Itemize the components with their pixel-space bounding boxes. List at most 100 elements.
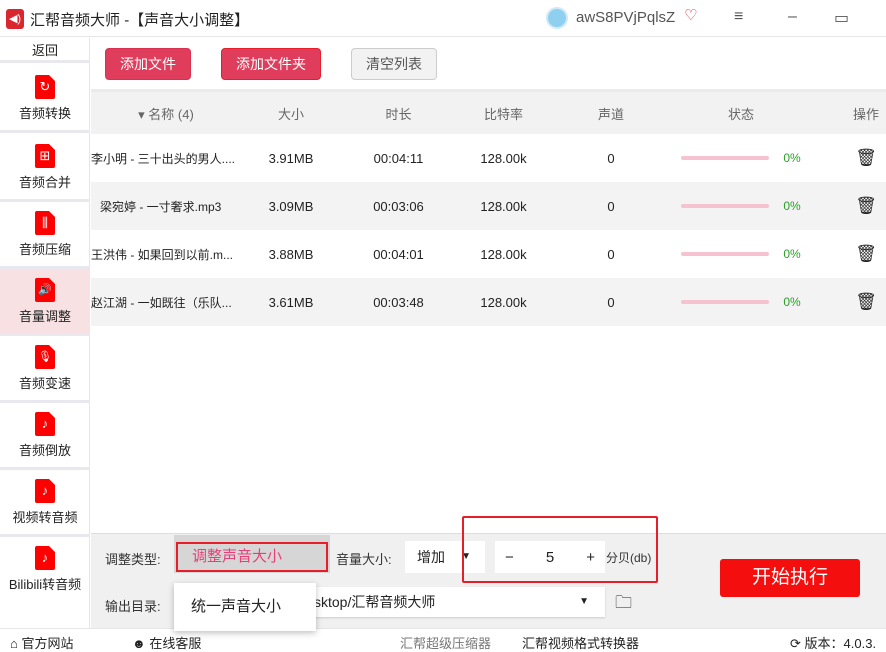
progress-bar: [681, 204, 770, 208]
header-duration: 时长: [385, 106, 412, 122]
sidebar-item-video-to-audio[interactable]: ♪ 视频转音频: [0, 470, 90, 537]
file-duration: 00:03:06: [373, 198, 424, 214]
sidebar-item-label: 音频压缩: [18, 242, 71, 257]
file-channels: 0: [607, 150, 615, 166]
music-note-icon: ♪: [35, 546, 55, 570]
title-bar: ◀) 汇帮音频大师 -【声音大小调整】 awS8PVjPqlsZ ♡ ≡ – ▭: [0, 0, 886, 37]
file-bitrate: 128.00k: [480, 150, 527, 166]
volume-label: 音量大小:: [336, 552, 392, 567]
folder-icon[interactable]: 🗀: [615, 590, 632, 619]
sidebar-item-volume-adjust[interactable]: 🔊 音量调整: [0, 269, 90, 336]
sidebar-item-audio-convert[interactable]: ↻ 音频转换: [0, 66, 90, 133]
output-dir-value: sktop/汇帮音频大师: [314, 594, 436, 610]
type-option-unify[interactable]: 统一声音大小: [174, 583, 316, 631]
file-duration: 00:03:48: [373, 294, 424, 310]
progress-bar: [681, 252, 770, 256]
file-size: 3.91MB: [268, 150, 314, 166]
support-link[interactable]: ☻ 在线客服: [132, 633, 201, 652]
progress-text: 0%: [783, 199, 801, 213]
progress-bar: [681, 300, 770, 304]
app-name: 汇帮音频大师: [30, 12, 121, 29]
website-label: 官方网站: [21, 636, 74, 651]
sidebar-item-label: 音频转换: [18, 106, 71, 121]
website-link[interactable]: ⌂ 官方网站: [10, 633, 74, 652]
file-name: 王洪伟 - 如果回到以前.m...: [91, 247, 233, 262]
sidebar-item-audio-speed[interactable]: 🎙 音频变速: [0, 336, 90, 403]
microphone-icon: 🎙: [35, 345, 55, 369]
add-file-button[interactable]: 添加文件: [105, 48, 191, 80]
header-name[interactable]: ▾ 名称 (4): [91, 104, 241, 123]
username[interactable]: awS8PVjPqlsZ: [576, 9, 675, 26]
vip-diamond-icon[interactable]: ♡: [684, 6, 697, 24]
maximize-icon[interactable]: ▭: [834, 8, 849, 28]
progress-bar: [681, 156, 770, 160]
volume-direction-value: 增加: [417, 549, 445, 565]
file-bitrate: 128.00k: [480, 246, 527, 262]
music-note-icon: ♪: [35, 412, 55, 436]
table-row[interactable]: 李小明 - 三十出头的男人.... 3.91MB 00:04:11 128.00k 0 0…: [91, 134, 886, 182]
output-label: 输出目录:: [105, 599, 161, 614]
clear-list-button[interactable]: 清空列表: [351, 48, 437, 80]
trash-icon[interactable]: 🗑: [855, 244, 877, 263]
sidebar-item-label: 音量调整: [18, 309, 71, 324]
header-size: 大小: [277, 106, 304, 122]
app-logo-icon: ◀): [6, 9, 24, 29]
progress-text: 0%: [783, 151, 801, 165]
table-row[interactable]: 王洪伟 - 如果回到以前.m... 3.88MB 00:04:01 128.00k 0 0…: [91, 230, 886, 278]
file-duration: 00:04:01: [373, 246, 424, 262]
header-channels: 声道: [597, 106, 624, 122]
file-size: 3.09MB: [268, 198, 314, 214]
add-folder-button[interactable]: 添加文件夹: [221, 48, 321, 80]
trash-icon[interactable]: 🗑: [855, 148, 877, 167]
compress-icon: ⫼: [35, 211, 55, 235]
sidebar-item-label: 音频变速: [18, 376, 71, 391]
sidebar-item-audio-compress[interactable]: ⫼ 音频压缩: [0, 202, 90, 269]
file-channels: 0: [607, 246, 615, 262]
header-actions: 操作: [852, 106, 879, 122]
table-row[interactable]: 赵江湖 - 一如既往（乐队... 3.61MB 00:03:48 128.00k 0 0%…: [91, 278, 886, 326]
file-table: ▾ 名称 (4) 大小 时长 比特率 声道 状态 操作 李小明 - 三十出头的男…: [91, 89, 886, 326]
version-info[interactable]: ⟳ 版本：4.0.3.: [790, 633, 876, 652]
type-option-adjust[interactable]: 调整声音大小: [176, 542, 328, 572]
version-label: 版本：4.0.3.: [804, 636, 877, 651]
video-converter-link[interactable]: 汇帮视频格式转换器: [522, 633, 639, 652]
speaker-icon: 🔊: [35, 278, 55, 302]
table-header: ▾ 名称 (4) 大小 时长 比特率 声道 状态 操作: [91, 89, 886, 134]
file-name: 梁宛婷 - 一寸奢求.mp3: [100, 199, 222, 214]
sidebar-item-label: 音频倒放: [18, 443, 71, 458]
type-label: 调整类型:: [105, 552, 161, 567]
table-row[interactable]: 梁宛婷 - 一寸奢求.mp3 3.09MB 00:03:06 128.00k 0 0% 🗑: [91, 182, 886, 230]
avatar[interactable]: [546, 7, 568, 29]
file-bitrate: 128.00k: [480, 198, 527, 214]
page-title: -【声音大小调整】: [124, 12, 250, 29]
header-bitrate: 比特率: [483, 106, 523, 122]
sidebar-item-audio-reverse[interactable]: ♪ 音频倒放: [0, 403, 90, 470]
menu-icon[interactable]: ≡: [734, 8, 743, 26]
file-channels: 0: [607, 294, 615, 310]
compressor-link[interactable]: 汇帮超级压缩器: [400, 633, 491, 652]
trash-icon[interactable]: 🗑: [855, 292, 877, 311]
progress-text: 0%: [783, 295, 801, 309]
trash-icon[interactable]: 🗑: [855, 196, 877, 215]
back-button[interactable]: 返回: [0, 38, 90, 63]
start-button[interactable]: 开始执行: [720, 559, 860, 597]
headset-icon: ☻: [132, 636, 146, 651]
minimize-icon[interactable]: –: [788, 8, 797, 26]
file-name: 李小明 - 三十出头的男人....: [91, 151, 236, 166]
highlight-box: [462, 516, 658, 583]
merge-icon: ⊞: [35, 144, 55, 168]
sidebar-item-bilibili-to-audio[interactable]: ♪ Bilibili转音频: [0, 537, 90, 604]
file-size: 3.61MB: [268, 294, 314, 310]
sidebar-item-label: Bilibili转音频: [8, 577, 82, 592]
file-name: 赵江湖 - 一如既往（乐队...: [91, 295, 232, 310]
home-icon: ⌂: [10, 636, 18, 651]
header-status: 状态: [727, 106, 754, 122]
refresh-icon: ⟳: [790, 636, 801, 651]
music-note-icon: ♪: [35, 479, 55, 503]
file-size: 3.88MB: [268, 246, 314, 262]
sidebar-item-label: 音频合并: [18, 175, 71, 190]
output-dir-select[interactable]: sktop/汇帮音频大师 ▼: [300, 587, 605, 617]
chevron-down-icon: ▼: [579, 596, 589, 607]
footer: ⌂ 官方网站 ☻ 在线客服 汇帮超级压缩器 汇帮视频格式转换器 ⟳ 版本：4.0…: [0, 628, 886, 652]
sidebar-item-audio-merge[interactable]: ⊞ 音频合并: [0, 135, 90, 202]
